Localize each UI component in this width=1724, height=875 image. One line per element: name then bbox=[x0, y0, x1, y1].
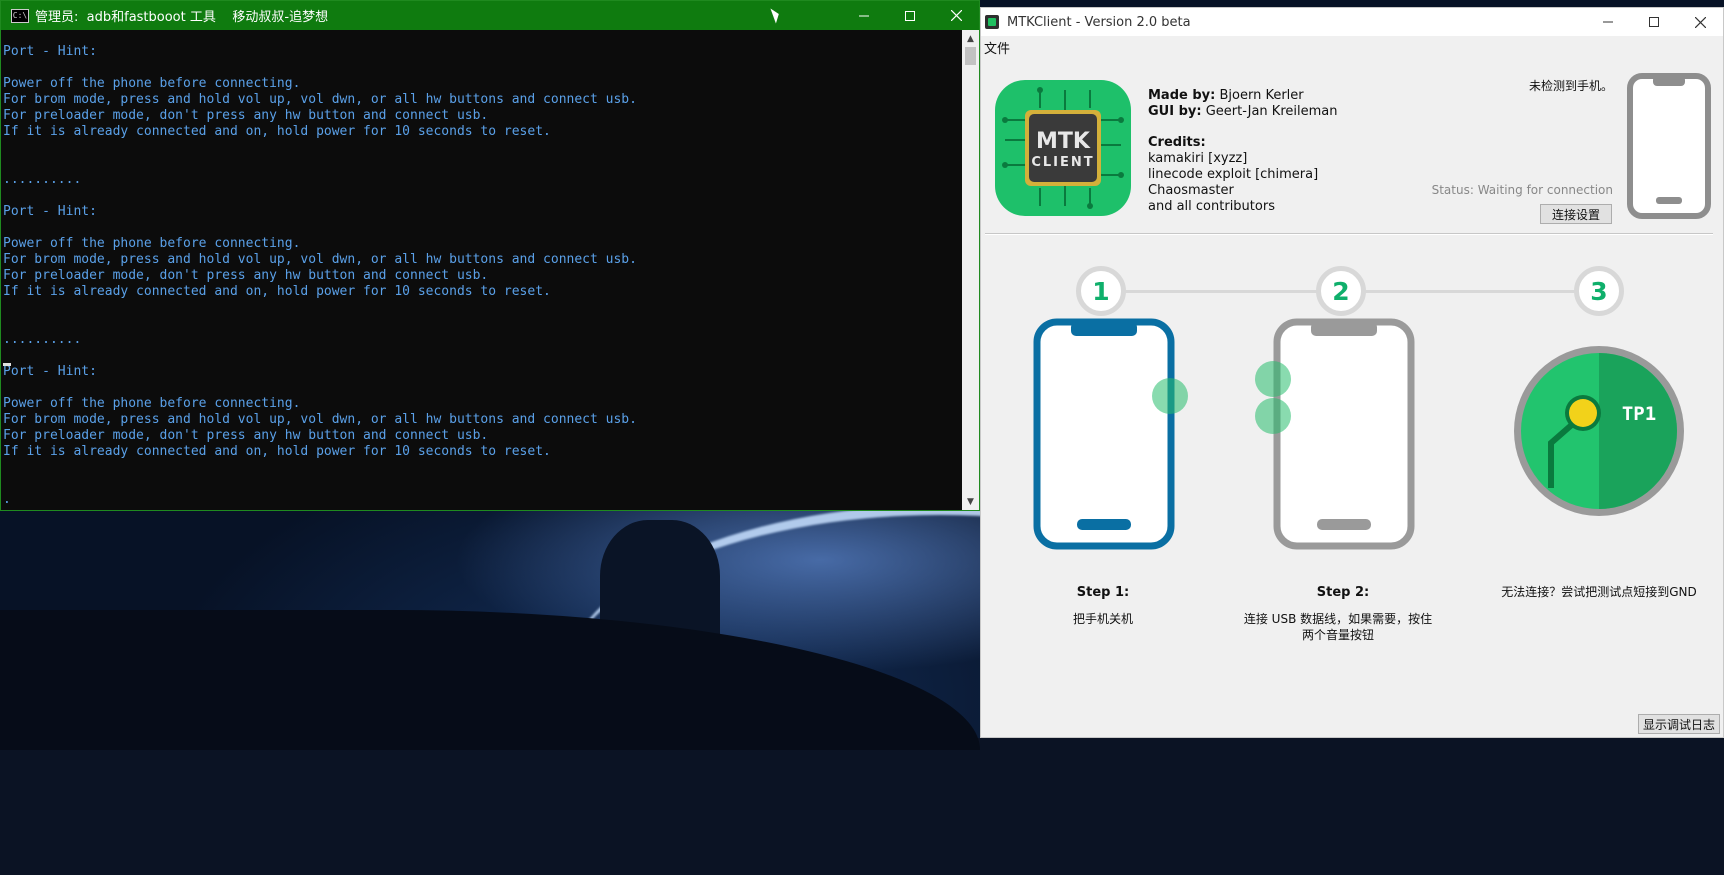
mtkclient-window: MTKClient - Version 2.0 beta 文件 MTK CLIE… bbox=[980, 7, 1724, 738]
credit-item: kamakiri [xyzz] bbox=[1148, 151, 1248, 166]
scroll-up-icon[interactable]: ▲ bbox=[962, 30, 979, 47]
maximize-icon bbox=[1649, 17, 1659, 27]
console-line: For brom mode, press and hold vol up, vo… bbox=[3, 92, 637, 107]
scroll-down-icon[interactable]: ▼ bbox=[962, 493, 979, 510]
mtk-header: MTK CLIENT Made by: Bjoern Kerler GUI by… bbox=[981, 58, 1723, 238]
tp1-label: TP1 bbox=[1622, 403, 1656, 425]
volume-up-highlight bbox=[1255, 361, 1291, 397]
mtk-client-logo: MTK CLIENT bbox=[995, 80, 1131, 216]
console-line: Port - Hint: bbox=[3, 364, 97, 379]
close-icon bbox=[950, 10, 962, 21]
console-line: For preloader mode, don't press any hw b… bbox=[3, 428, 489, 443]
text-cursor bbox=[3, 363, 11, 366]
console-line: .......... bbox=[3, 332, 82, 347]
console-close-button[interactable] bbox=[933, 1, 979, 30]
credit-item: linecode exploit [chimera] bbox=[1148, 167, 1319, 182]
made-by-value: Bjoern Kerler bbox=[1215, 88, 1304, 103]
console-title-bar[interactable]: C:\ 管理员: adb和fastbooot 工具 移动叔叔-追梦想 bbox=[1, 1, 979, 30]
gui-by-label: GUI by: bbox=[1148, 104, 1202, 119]
logo-client-text: CLIENT bbox=[1031, 155, 1094, 170]
maximize-icon bbox=[905, 10, 915, 21]
console-line: For brom mode, press and hold vol up, vo… bbox=[3, 252, 637, 267]
mtk-title-bar[interactable]: MTKClient - Version 2.0 beta bbox=[981, 8, 1723, 36]
mtk-maximize-button[interactable] bbox=[1631, 8, 1677, 37]
step-3-description: 无法连接？尝试把测试点短接到GND bbox=[1501, 585, 1697, 599]
connection-status: Status: Waiting for connection bbox=[1431, 183, 1613, 197]
console-line: For preloader mode, don't press any hw b… bbox=[3, 268, 489, 283]
minimize-icon bbox=[1603, 21, 1613, 23]
credit-item: Chaosmaster bbox=[1148, 183, 1234, 198]
close-icon bbox=[1694, 16, 1706, 28]
console-line: For brom mode, press and hold vol up, vo… bbox=[3, 412, 637, 427]
made-by-label: Made by: bbox=[1148, 88, 1216, 103]
console-line: Port - Hint: bbox=[3, 44, 97, 59]
console-minimize-button[interactable] bbox=[841, 1, 887, 30]
steps-panel: 1 2 3 TP1 Step 1: 把手机关机 Step 2: 连接 USB 数… bbox=[981, 248, 1723, 668]
console-line: Port - Hint: bbox=[3, 204, 97, 219]
mtk-minimize-button[interactable] bbox=[1585, 8, 1631, 37]
credits-block: Made by: Bjoern Kerler GUI by: Geert-Jan… bbox=[1148, 88, 1337, 215]
console-line: Power off the phone before connecting. bbox=[3, 396, 301, 411]
console-scrollbar[interactable]: ▲ ▼ bbox=[962, 30, 979, 510]
menu-file[interactable]: 文件 bbox=[984, 38, 1010, 57]
step-1-title: Step 1: bbox=[1076, 585, 1130, 600]
console-line: .......... bbox=[3, 172, 82, 187]
minimize-icon bbox=[859, 15, 869, 16]
step-connector bbox=[1329, 290, 1585, 293]
console-line: . bbox=[3, 492, 11, 507]
step-2-title: Step 2: bbox=[1316, 585, 1370, 600]
step-2-phone-usb-icon bbox=[1273, 318, 1415, 550]
logo-mtk-text: MTK bbox=[1036, 129, 1091, 154]
mtk-close-button[interactable] bbox=[1677, 8, 1723, 37]
console-title: 管理员: adb和fastbooot 工具 移动叔叔-追梦想 bbox=[35, 10, 329, 25]
step-3-indicator: 3 bbox=[1574, 266, 1624, 316]
console-line: Power off the phone before connecting. bbox=[3, 76, 301, 91]
scroll-thumb[interactable] bbox=[965, 47, 976, 65]
console-line: Power off the phone before connecting. bbox=[3, 236, 301, 251]
console-window: C:\ 管理员: adb和fastbooot 工具 移动叔叔-追梦想 Port … bbox=[0, 0, 980, 511]
mtk-menu-bar: 文件 bbox=[981, 36, 1723, 58]
step-1-indicator: 1 bbox=[1076, 266, 1126, 316]
mtk-app-icon bbox=[985, 15, 999, 29]
console-line: For preloader mode, don't press any hw b… bbox=[3, 108, 489, 123]
credit-item: and all contributors bbox=[1148, 199, 1275, 214]
step-1-phone-off-icon bbox=[1033, 318, 1175, 550]
mtk-title: MTKClient - Version 2.0 beta bbox=[1007, 14, 1191, 30]
connect-settings-button[interactable]: 连接设置 bbox=[1540, 204, 1612, 224]
cmd-icon: C:\ bbox=[11, 8, 29, 23]
phone-detect-status: 未检测到手机。 bbox=[1528, 79, 1613, 93]
power-button-highlight bbox=[1152, 378, 1188, 414]
console-output[interactable]: Port - Hint: Power off the phone before c… bbox=[1, 30, 962, 510]
test-point-icon: TP1 bbox=[1514, 346, 1684, 516]
volume-down-highlight bbox=[1255, 398, 1291, 434]
gui-by-value: Geert-Jan Kreileman bbox=[1201, 104, 1338, 119]
show-debug-log-button[interactable]: 显示调试日志 bbox=[1638, 714, 1720, 734]
step-2-indicator: 2 bbox=[1316, 266, 1366, 316]
console-maximize-button[interactable] bbox=[887, 1, 933, 30]
console-line: If it is already connected and on, hold … bbox=[3, 124, 551, 139]
step-1-description: 把手机关机 bbox=[1072, 612, 1133, 626]
phone-placeholder-icon bbox=[1627, 73, 1711, 223]
console-line: If it is already connected and on, hold … bbox=[3, 284, 551, 299]
credits-label: Credits: bbox=[1148, 135, 1206, 150]
step-connector bbox=[1091, 290, 1329, 293]
console-line: If it is already connected and on, hold … bbox=[3, 444, 551, 459]
step-2-description: 连接 USB 数据线，如果需要，按住两个音量按钮 bbox=[1243, 612, 1433, 642]
